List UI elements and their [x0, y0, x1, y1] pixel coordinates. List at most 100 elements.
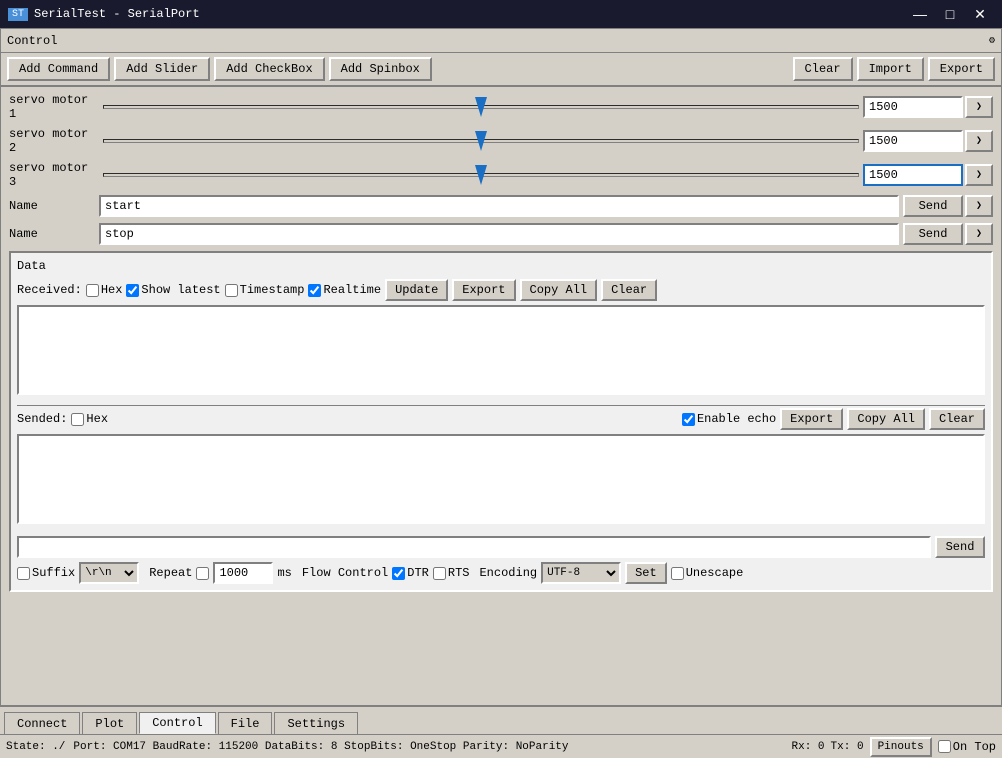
hex-sended-checkbox[interactable] [71, 413, 84, 426]
servo-label-2: servo motor 2 [9, 127, 99, 155]
export-received-button[interactable]: Export [452, 279, 515, 301]
tab-plot[interactable]: Plot [82, 712, 137, 734]
control-header: Control ⚙ [0, 28, 1002, 52]
toolbar-clear-button[interactable]: Clear [793, 57, 853, 81]
status-right: Rx: 0 Tx: 0 Pinouts On Top [792, 737, 996, 757]
sended-textarea[interactable] [17, 434, 985, 524]
data-panel: Data Received: Hex Show latest Timestamp [9, 251, 993, 592]
servo-arrow-2[interactable]: ❯ [965, 130, 993, 152]
servo-row-1: servo motor 1 ❯ [5, 91, 997, 123]
maximize-button[interactable]: □ [936, 4, 964, 24]
content-area: servo motor 1 ❯ servo motor 2 ❯ servo mo… [0, 86, 1002, 706]
servo-label-1: servo motor 1 [9, 93, 99, 121]
name-row-1: Name Send ❯ [5, 193, 997, 219]
servo-slider-3[interactable] [103, 173, 859, 177]
update-button[interactable]: Update [385, 279, 448, 301]
received-label: Received: [17, 283, 82, 297]
on-top-checkbox[interactable] [938, 740, 951, 753]
realtime-checkbox[interactable] [308, 284, 321, 297]
title-bar: ST SerialTest - SerialPort — □ ✕ [0, 0, 1002, 28]
name-arrow-2[interactable]: ❯ [965, 223, 993, 245]
dtr-label[interactable]: DTR [392, 566, 429, 580]
add-checkbox-button[interactable]: Add CheckBox [214, 57, 324, 81]
divider-1 [17, 405, 985, 406]
sended-label: Sended: [17, 412, 67, 426]
send-row: Send [17, 536, 985, 558]
rts-checkbox[interactable] [433, 567, 446, 580]
port-info-text: Port: COM17 BaudRate: 115200 DataBits: 8… [73, 741, 568, 753]
settings-icon: ⚙ [989, 35, 995, 47]
enable-echo-checkbox[interactable] [682, 413, 695, 426]
add-command-button[interactable]: Add Command [7, 57, 110, 81]
tab-control[interactable]: Control [139, 712, 215, 734]
control-label: Control [7, 34, 57, 48]
send-input[interactable] [17, 536, 931, 558]
copy-all-received-button[interactable]: Copy All [520, 279, 598, 301]
clear-sended-button[interactable]: Clear [929, 408, 985, 430]
flow-control-label: Flow Control [302, 566, 388, 580]
rts-label[interactable]: RTS [433, 566, 470, 580]
timestamp-checkbox[interactable] [225, 284, 238, 297]
tab-connect[interactable]: Connect [4, 712, 80, 734]
main-container: Control ⚙ Add Command Add Slider Add Che… [0, 28, 1002, 758]
repeat-checkbox[interactable] [196, 567, 209, 580]
received-textarea[interactable] [17, 305, 985, 395]
servo-slider-2[interactable] [103, 139, 859, 143]
repeat-checkbox-label[interactable] [196, 567, 209, 580]
add-slider-button[interactable]: Add Slider [114, 57, 210, 81]
add-spinbox-button[interactable]: Add Spinbox [329, 57, 432, 81]
servo-input-1[interactable] [863, 96, 963, 118]
show-latest-label[interactable]: Show latest [126, 283, 220, 297]
servo-row-2: servo motor 2 ❯ [5, 125, 997, 157]
hex-sended-label[interactable]: Hex [71, 412, 108, 426]
tab-settings[interactable]: Settings [274, 712, 358, 734]
name-send-2[interactable]: Send [903, 223, 963, 245]
servo-label-3: servo motor 3 [9, 161, 99, 189]
enable-echo-label[interactable]: Enable echo [682, 412, 776, 426]
on-top-label[interactable]: On Top [938, 740, 996, 754]
encoding-select[interactable]: UTF-8 ASCII GB2312 [541, 562, 621, 584]
repeat-input[interactable] [213, 562, 273, 584]
copy-all-sended-button[interactable]: Copy All [847, 408, 925, 430]
timestamp-label[interactable]: Timestamp [225, 283, 305, 297]
hex-received-label[interactable]: Hex [86, 283, 123, 297]
minimize-button[interactable]: — [906, 4, 934, 24]
servo-slider-1[interactable] [103, 105, 859, 109]
unescape-label[interactable]: Unescape [671, 566, 744, 580]
servo-arrow-3[interactable]: ❯ [965, 164, 993, 186]
realtime-label[interactable]: Realtime [308, 283, 381, 297]
hex-received-checkbox[interactable] [86, 284, 99, 297]
toolbar-import-button[interactable]: Import [857, 57, 924, 81]
name-input-1[interactable] [99, 195, 899, 217]
suffix-checkbox-label[interactable]: Suffix [17, 566, 75, 580]
unescape-checkbox[interactable] [671, 567, 684, 580]
app-title: SerialTest - SerialPort [34, 7, 200, 21]
suffix-select[interactable]: \r\n \n \r None [79, 562, 139, 584]
servo-input-3[interactable] [863, 164, 963, 186]
set-button[interactable]: Set [625, 562, 667, 584]
tab-bar: Connect Plot Control File Settings [0, 706, 1002, 734]
clear-received-button[interactable]: Clear [601, 279, 657, 301]
app-icon: ST [8, 8, 28, 21]
servo-row-3: servo motor 3 ❯ [5, 159, 997, 191]
export-sended-button[interactable]: Export [780, 408, 843, 430]
send-button[interactable]: Send [935, 536, 985, 558]
name-send-1[interactable]: Send [903, 195, 963, 217]
repeat-unit: ms [277, 566, 291, 580]
show-latest-checkbox[interactable] [126, 284, 139, 297]
servo-input-2[interactable] [863, 130, 963, 152]
name-input-2[interactable] [99, 223, 899, 245]
encoding-group: Encoding UTF-8 ASCII GB2312 Set Unescape [479, 562, 743, 584]
data-panel-title: Data [17, 259, 985, 273]
tab-file[interactable]: File [218, 712, 273, 734]
toolbar-export-button[interactable]: Export [928, 57, 995, 81]
close-button[interactable]: ✕ [966, 4, 994, 24]
dtr-checkbox[interactable] [392, 567, 405, 580]
suffix-checkbox[interactable] [17, 567, 30, 580]
pinouts-button[interactable]: Pinouts [870, 737, 932, 757]
suffix-group: Suffix \r\n \n \r None [17, 562, 139, 584]
title-bar-title: ST SerialTest - SerialPort [8, 7, 200, 21]
toolbar: Add Command Add Slider Add CheckBox Add … [0, 52, 1002, 86]
name-arrow-1[interactable]: ❯ [965, 195, 993, 217]
servo-arrow-1[interactable]: ❯ [965, 96, 993, 118]
